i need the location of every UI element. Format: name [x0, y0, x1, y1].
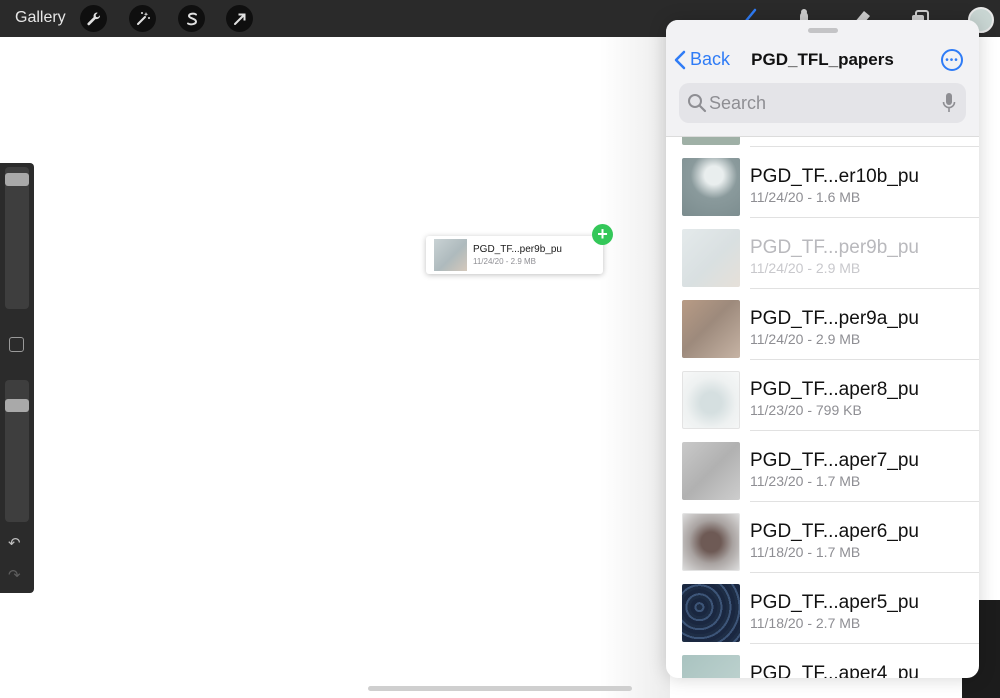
file-meta: 11/23/20 - 1.7 MB — [750, 473, 861, 489]
gallery-button[interactable]: Gallery — [15, 9, 66, 27]
list-item[interactable]: PGD_TF...aper8_pu 11/23/20 - 799 KB — [666, 360, 979, 431]
home-indicator[interactable] — [368, 686, 632, 691]
dragged-file-name: PGD_TF...per9b_pu — [473, 244, 562, 255]
file-meta: 11/18/20 - 2.7 MB — [750, 615, 861, 631]
file-thumbnail — [682, 655, 740, 678]
list-item[interactable]: PGD_TF...aper4_pu — [666, 644, 979, 678]
list-item[interactable]: PGD_TF...per9b_pu 11/24/20 - 2.9 MB — [666, 218, 979, 289]
file-meta: 11/24/20 - 2.9 MB — [750, 331, 861, 347]
file-thumbnail — [682, 513, 740, 571]
file-name: PGD_TF...per9a_pu — [750, 308, 919, 329]
magic-wand-icon[interactable] — [129, 5, 156, 32]
file-meta: 11/18/20 - 1.7 MB — [750, 544, 861, 560]
file-name: PGD_TF...aper4_pu — [750, 663, 919, 678]
brush-size-handle[interactable] — [5, 173, 29, 187]
list-item[interactable]: PGD_TF...aper6_pu 11/18/20 - 1.7 MB — [666, 502, 979, 573]
selection-s-icon[interactable] — [178, 5, 205, 32]
search-icon — [688, 94, 707, 113]
add-plus-icon: + — [592, 224, 613, 245]
file-name: PGD_TF...aper8_pu — [750, 379, 919, 400]
file-name: PGD_TF...er10b_pu — [750, 166, 919, 187]
panel-title: PGD_TFL_papers — [751, 50, 894, 69]
file-thumbnail — [682, 158, 740, 216]
dragged-file-meta: 11/24/20 - 2.9 MB — [473, 257, 536, 266]
left-sidebar: ↶ ↷ — [0, 163, 34, 593]
panel-shadow — [600, 37, 670, 698]
file-thumbnail — [682, 229, 740, 287]
files-panel-header: Back PGD_TFL_papers ••• — [666, 20, 979, 137]
file-name: PGD_TF...aper5_pu — [750, 592, 919, 613]
file-meta: 11/24/20 - 1.6 MB — [750, 189, 861, 205]
brush-size-slider[interactable] — [5, 167, 29, 309]
list-item[interactable]: PGD_TF...er10b_pu 11/24/20 - 1.6 MB — [666, 147, 979, 218]
list-item[interactable]: PGD_TF...per9a_pu 11/24/20 - 2.9 MB — [666, 289, 979, 360]
microphone-icon[interactable] — [942, 92, 956, 114]
modify-button[interactable] — [9, 337, 24, 352]
file-thumbnail — [682, 300, 740, 358]
file-thumbnail — [682, 584, 740, 642]
list-item[interactable]: PGD_TF...aper7_pu 11/23/20 - 1.7 MB — [666, 431, 979, 502]
file-meta: 11/23/20 - 799 KB — [750, 402, 862, 418]
panel-grabber[interactable] — [808, 28, 838, 33]
search-bar[interactable] — [679, 83, 966, 123]
file-name: PGD_TF...aper6_pu — [750, 521, 919, 542]
transform-arrow-icon[interactable] — [226, 5, 253, 32]
files-panel: Back PGD_TFL_papers ••• PGD_TF...er10b_p… — [666, 20, 979, 678]
file-thumbnail — [682, 442, 740, 500]
file-thumbnail — [682, 371, 740, 429]
dragged-file-thumbnail — [434, 239, 467, 271]
more-options-icon[interactable]: ••• — [941, 49, 963, 71]
wrench-icon[interactable] — [80, 5, 107, 32]
file-meta: 11/24/20 - 2.9 MB — [750, 260, 861, 276]
file-name: PGD_TF...aper7_pu — [750, 450, 919, 471]
opacity-handle[interactable] — [5, 399, 29, 413]
undo-icon[interactable]: ↶ — [8, 534, 21, 552]
file-name: PGD_TF...per9b_pu — [750, 237, 919, 258]
redo-icon[interactable]: ↷ — [8, 566, 21, 584]
list-item[interactable]: PGD_TF...aper5_pu 11/18/20 - 2.7 MB — [666, 573, 979, 644]
search-input[interactable] — [709, 93, 929, 114]
dragged-file-preview[interactable]: PGD_TF...per9b_pu 11/24/20 - 2.9 MB — [426, 236, 603, 274]
